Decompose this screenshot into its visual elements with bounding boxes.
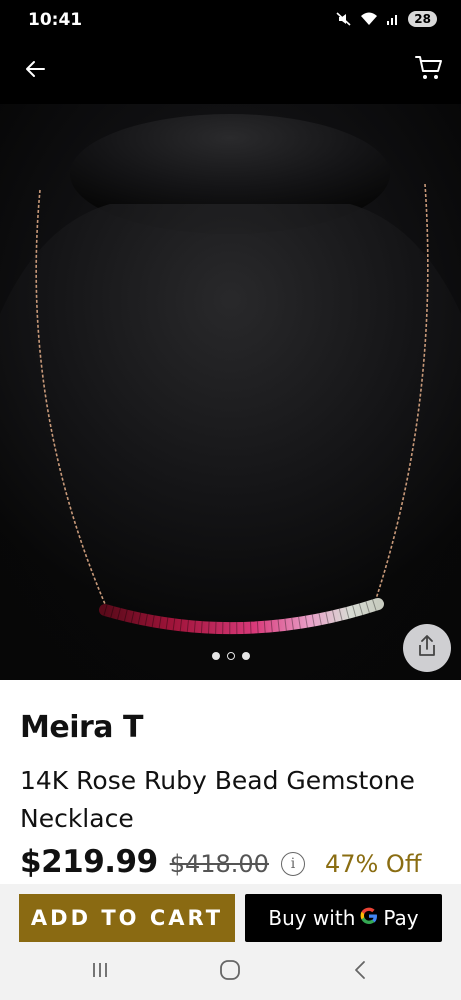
recent-apps-button[interactable]: [80, 958, 120, 986]
add-to-cart-button[interactable]: ADD TO CART: [19, 894, 235, 942]
google-pay-button[interactable]: Buy with Pay: [245, 894, 442, 942]
gpay-suffix: Pay: [383, 906, 419, 930]
price-row: $219.99 $418.00 i 47% Off: [20, 844, 460, 880]
nav-back-button[interactable]: [340, 958, 380, 986]
battery-badge: 28: [408, 11, 437, 27]
back-icon: [352, 960, 368, 985]
system-nav-bar: [0, 944, 461, 1000]
action-bar: ADD TO CART Buy with Pay: [0, 884, 461, 944]
brand-name[interactable]: Meira T: [20, 710, 143, 745]
carousel-dot[interactable]: [241, 652, 250, 660]
product-gallery[interactable]: [0, 104, 461, 680]
carousel-dot-active[interactable]: [226, 652, 235, 660]
share-button[interactable]: [403, 624, 451, 672]
arrow-left-icon: [24, 58, 46, 85]
home-button[interactable]: [210, 958, 250, 986]
signal-icon: [386, 12, 400, 26]
home-icon: [219, 959, 241, 986]
status-bar: 10:41 28: [0, 0, 461, 44]
carousel-dot[interactable]: [211, 652, 220, 660]
status-time: 10:41: [28, 10, 83, 30]
back-button[interactable]: [18, 54, 52, 88]
product-title: 14K Rose Ruby Bead Gemstone Necklace: [20, 766, 415, 833]
recent-apps-icon: [90, 961, 110, 984]
gpay-prefix: Buy with: [268, 906, 356, 930]
product-info: Meira T 14K Rose Ruby Bead Gemstone Neck…: [0, 680, 461, 884]
app-header: [0, 44, 461, 104]
shopping-cart-icon: [414, 54, 444, 87]
wifi-icon: [360, 11, 378, 27]
sale-price: $219.99: [20, 844, 158, 880]
status-icons: 28: [336, 11, 437, 27]
cart-button[interactable]: [411, 52, 447, 88]
carousel-dots: [0, 652, 461, 660]
original-price: $418.00: [169, 850, 269, 878]
discount-badge: 47% Off: [324, 850, 422, 878]
google-g-icon: [359, 906, 379, 931]
mute-icon: [336, 11, 352, 27]
product-image: [0, 114, 461, 680]
info-icon[interactable]: i: [280, 852, 305, 876]
